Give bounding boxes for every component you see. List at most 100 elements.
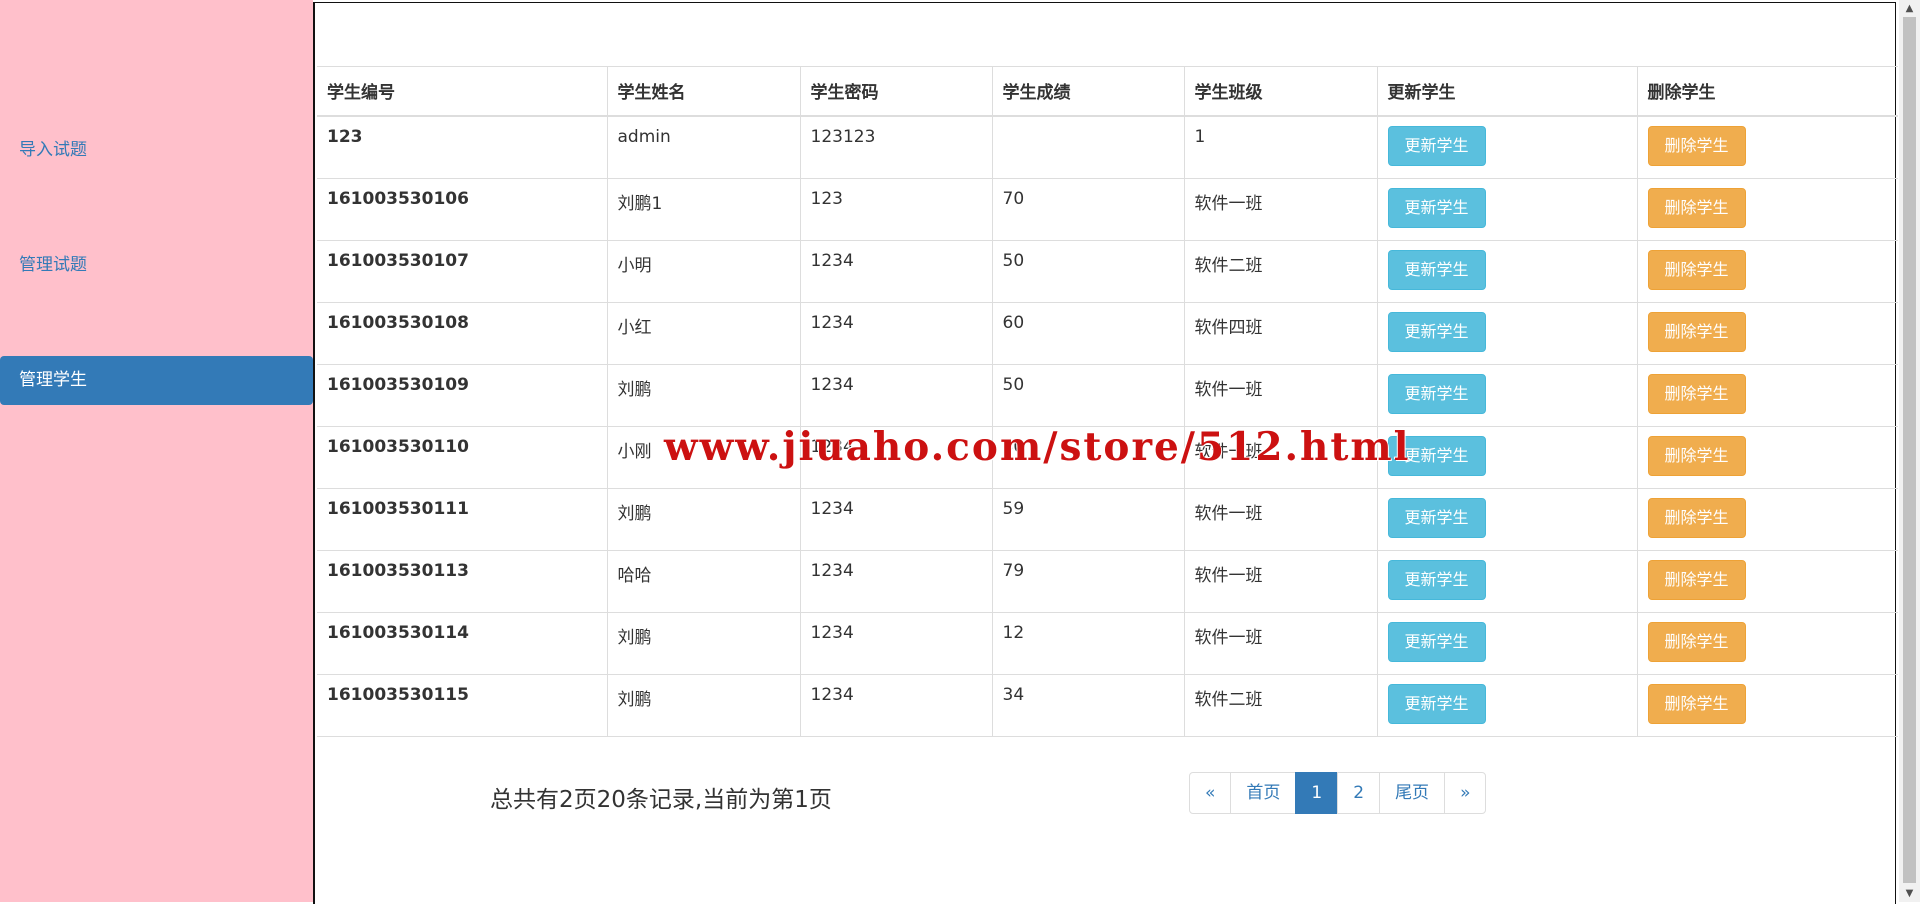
- sidebar-item-manage-students[interactable]: 管理学生: [0, 356, 313, 405]
- update-student-button[interactable]: 更新学生: [1387, 188, 1486, 228]
- vertical-scrollbar[interactable]: ▲ ▼: [1899, 0, 1920, 902]
- table-row: 161003530110 小刚 1234 80 软件一班 更新学生 删除学生: [317, 426, 1898, 489]
- delete-cell: 删除学生: [1637, 240, 1898, 303]
- delete-student-button[interactable]: 删除学生: [1647, 436, 1746, 476]
- student-class-cell: 软件二班: [1184, 674, 1378, 737]
- student-password-cell: 1234: [800, 302, 993, 365]
- pagination-prev-button[interactable]: «: [1189, 772, 1232, 814]
- student-name-cell: 刘鹏: [607, 364, 801, 427]
- student-class-cell: 1: [1184, 115, 1378, 179]
- pagination-first-page-button[interactable]: 首页: [1230, 772, 1297, 814]
- delete-student-button[interactable]: 删除学生: [1647, 684, 1746, 724]
- student-score-cell: 50: [992, 240, 1185, 303]
- header-student-id: 学生编号: [317, 66, 608, 117]
- delete-student-button[interactable]: 删除学生: [1647, 312, 1746, 352]
- student-class-cell: 软件一班: [1184, 364, 1378, 427]
- pagination-last-page-button[interactable]: 尾页: [1379, 772, 1446, 814]
- update-cell: 更新学生: [1377, 550, 1638, 613]
- student-password-cell: 1234: [800, 550, 993, 613]
- update-student-button[interactable]: 更新学生: [1387, 312, 1486, 352]
- student-score-cell: 50: [992, 364, 1185, 427]
- header-student-class: 学生班级: [1184, 66, 1378, 117]
- student-password-cell: 1234: [800, 488, 993, 551]
- delete-cell: 删除学生: [1637, 550, 1898, 613]
- delete-student-button[interactable]: 删除学生: [1647, 622, 1746, 662]
- student-id-cell: 161003530107: [317, 240, 608, 303]
- student-id-cell: 123: [317, 115, 608, 179]
- update-cell: 更新学生: [1377, 240, 1638, 303]
- table-row: 161003530107 小明 1234 50 软件二班 更新学生 删除学生: [317, 240, 1898, 303]
- student-score-cell: 59: [992, 488, 1185, 551]
- update-student-button[interactable]: 更新学生: [1387, 684, 1486, 724]
- pagination: «首页 1 2 尾页»: [1189, 772, 1487, 814]
- delete-cell: 删除学生: [1637, 426, 1898, 489]
- header-student-name: 学生姓名: [607, 66, 801, 117]
- header-delete-student: 删除学生: [1637, 66, 1898, 117]
- student-class-cell: 软件一班: [1184, 488, 1378, 551]
- table-row: 161003530106 刘鹏1 123 70 软件一班 更新学生 删除学生: [317, 178, 1898, 241]
- delete-cell: 删除学生: [1637, 178, 1898, 241]
- student-password-cell: 1234: [800, 426, 993, 489]
- update-cell: 更新学生: [1377, 612, 1638, 675]
- student-id-cell: 161003530111: [317, 488, 608, 551]
- delete-student-button[interactable]: 删除学生: [1647, 374, 1746, 414]
- student-id-cell: 161003530115: [317, 674, 608, 737]
- delete-student-button[interactable]: 删除学生: [1647, 560, 1746, 600]
- update-cell: 更新学生: [1377, 426, 1638, 489]
- sidebar-item-import-questions[interactable]: 导入试题: [0, 126, 313, 175]
- student-name-cell: 小红: [607, 302, 801, 365]
- update-student-button[interactable]: 更新学生: [1387, 126, 1486, 166]
- delete-cell: 删除学生: [1637, 674, 1898, 737]
- delete-student-button[interactable]: 删除学生: [1647, 498, 1746, 538]
- update-student-button[interactable]: 更新学生: [1387, 436, 1486, 476]
- delete-cell: 删除学生: [1637, 364, 1898, 427]
- student-class-cell: 软件一班: [1184, 178, 1378, 241]
- table-header-row: 学生编号 学生姓名 学生密码 学生成绩 学生班级 更新学生 删除学生: [317, 66, 1898, 117]
- header-update-student: 更新学生: [1377, 66, 1638, 117]
- delete-cell: 删除学生: [1637, 488, 1898, 551]
- table-row: 161003530111 刘鹏 1234 59 软件一班 更新学生 删除学生: [317, 488, 1898, 551]
- sidebar-item-manage-questions[interactable]: 管理试题: [0, 241, 313, 290]
- delete-cell: 删除学生: [1637, 302, 1898, 365]
- update-student-button[interactable]: 更新学生: [1387, 560, 1486, 600]
- student-id-cell: 161003530106: [317, 178, 608, 241]
- update-student-button[interactable]: 更新学生: [1387, 622, 1486, 662]
- student-password-cell: 1234: [800, 364, 993, 427]
- student-name-cell: 哈哈: [607, 550, 801, 613]
- student-name-cell: 刘鹏1: [607, 178, 801, 241]
- table-row: 161003530108 小红 1234 60 软件四班 更新学生 删除学生: [317, 302, 1898, 365]
- student-name-cell: admin: [607, 115, 801, 179]
- update-cell: 更新学生: [1377, 178, 1638, 241]
- update-student-button[interactable]: 更新学生: [1387, 374, 1486, 414]
- delete-student-button[interactable]: 删除学生: [1647, 188, 1746, 228]
- table-row: 161003530113 哈哈 1234 79 软件一班 更新学生 删除学生: [317, 550, 1898, 613]
- students-table: 学生编号 学生姓名 学生密码 学生成绩 学生班级 更新学生 删除学生 123 ad…: [317, 66, 1898, 737]
- student-class-cell: 软件一班: [1184, 612, 1378, 675]
- scroll-down-arrow-icon[interactable]: ▼: [1899, 885, 1920, 902]
- student-name-cell: 小明: [607, 240, 801, 303]
- student-name-cell: 小刚: [607, 426, 801, 489]
- student-class-cell: 软件二班: [1184, 240, 1378, 303]
- student-name-cell: 刘鹏: [607, 674, 801, 737]
- pagination-page-2[interactable]: 2: [1337, 772, 1381, 814]
- student-id-cell: 161003530110: [317, 426, 608, 489]
- update-student-button[interactable]: 更新学生: [1387, 250, 1486, 290]
- student-score-cell: 70: [992, 178, 1185, 241]
- scroll-up-arrow-icon[interactable]: ▲: [1899, 0, 1920, 17]
- header-student-score: 学生成绩: [992, 66, 1185, 117]
- student-score-cell: 12: [992, 612, 1185, 675]
- delete-student-button[interactable]: 删除学生: [1647, 250, 1746, 290]
- student-score-cell: 79: [992, 550, 1185, 613]
- pagination-next-button[interactable]: »: [1444, 772, 1487, 814]
- update-student-button[interactable]: 更新学生: [1387, 498, 1486, 538]
- delete-student-button[interactable]: 删除学生: [1647, 126, 1746, 166]
- student-name-cell: 刘鹏: [607, 488, 801, 551]
- student-password-cell: 123: [800, 178, 993, 241]
- update-cell: 更新学生: [1377, 674, 1638, 737]
- header-student-password: 学生密码: [800, 66, 993, 117]
- delete-cell: 删除学生: [1637, 612, 1898, 675]
- scrollbar-thumb[interactable]: [1903, 17, 1916, 883]
- pagination-page-1[interactable]: 1: [1295, 772, 1339, 814]
- student-password-cell: 123123: [800, 115, 993, 179]
- update-cell: 更新学生: [1377, 302, 1638, 365]
